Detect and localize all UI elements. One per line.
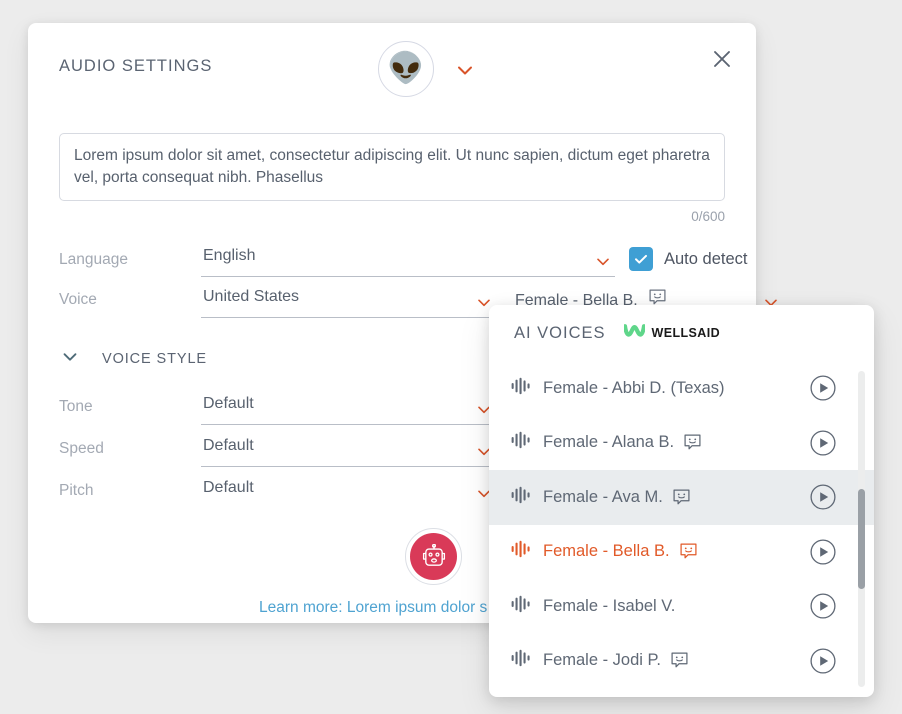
waveform-icon (511, 486, 531, 509)
play-circle-icon[interactable] (810, 593, 836, 619)
pitch-label: Pitch (59, 482, 94, 499)
script-textarea[interactable] (59, 133, 725, 201)
character-counter: 0/600 (691, 209, 725, 224)
play-circle-icon[interactable] (810, 375, 836, 401)
generate-voice-button[interactable] (405, 528, 462, 585)
smiley-bubble-icon (672, 488, 691, 507)
voice-list-item[interactable]: Female - Alana B. (489, 416, 874, 471)
speed-label: Speed (59, 440, 104, 457)
smiley-bubble-icon (683, 433, 702, 452)
screen: AUDIO SETTINGS 👽 0/600 Language English (0, 0, 902, 714)
chevron-down-icon (593, 251, 613, 271)
waveform-icon (511, 595, 531, 618)
voice-list-item[interactable]: Female - Abbi D. (Texas) (489, 361, 874, 416)
auto-detect-checkbox[interactable]: Auto detect (629, 247, 747, 271)
card-header: AUDIO SETTINGS 👽 (28, 23, 756, 105)
language-select-value: English (203, 247, 256, 264)
smiley-bubble-icon (670, 651, 689, 670)
tone-label: Tone (59, 398, 93, 415)
language-label: Language (59, 251, 128, 268)
speed-select-value: Default (203, 437, 254, 454)
avatar[interactable]: 👽 (378, 41, 434, 97)
ai-voices-panel: AI VOICES WELLSAID Female - Abbi D. (Tex… (489, 305, 874, 697)
ai-voices-list[interactable]: Female - Abbi D. (Texas) Female - Alana … (489, 361, 874, 697)
close-button[interactable] (706, 43, 738, 75)
voice-country-value: United States (203, 288, 300, 305)
voice-list-item-label: Female - Ava M. (543, 487, 663, 506)
voice-list-item[interactable]: Female - Ava M. (489, 470, 874, 525)
ai-voices-header: AI VOICES WELLSAID (489, 305, 874, 361)
vertical-scrollbar-track[interactable] (858, 371, 865, 687)
voice-list-item-label: Female - Jodi P. (543, 651, 661, 670)
speed-select[interactable]: Default (201, 435, 496, 467)
voice-list-item[interactable]: Female - Jodi P. (489, 634, 874, 689)
waveform-icon (511, 377, 531, 400)
tone-select[interactable]: Default (201, 393, 496, 425)
voice-list-item[interactable]: Female - Bella B. (489, 525, 874, 580)
astronaut-avatar-icon: 👽 (387, 52, 425, 85)
auto-detect-label: Auto detect (664, 249, 748, 268)
voice-label: Voice (59, 291, 97, 308)
vertical-scrollbar-thumb[interactable] (858, 489, 865, 589)
wellsaid-brand-name: WELLSAID (651, 326, 721, 340)
voice-list-item-label: Female - Bella B. (543, 542, 670, 561)
voice-style-title: VOICE STYLE (102, 350, 207, 367)
learn-more-link[interactable]: Learn more: Lorem ipsum dolor s (259, 599, 487, 617)
wellsaid-brand: WELLSAID (622, 323, 721, 343)
avatar-chevron-down-icon[interactable] (453, 58, 477, 82)
ai-voices-title: AI VOICES (514, 323, 606, 342)
robot-head-icon (410, 533, 457, 580)
tone-select-value: Default (203, 395, 254, 412)
voice-list-item-label: Female - Alana B. (543, 433, 675, 452)
voice-style-section-toggle[interactable]: VOICE STYLE (59, 345, 207, 372)
pitch-select-value: Default (203, 479, 254, 496)
waveform-icon (511, 540, 531, 563)
play-circle-icon[interactable] (810, 648, 836, 674)
voice-list-item-label: Female - Isabel V. (543, 596, 676, 615)
checkbox-box (629, 247, 653, 271)
wellsaid-w-logo-icon (622, 323, 646, 343)
page-title: AUDIO SETTINGS (59, 57, 213, 75)
play-circle-icon[interactable] (810, 484, 836, 510)
play-circle-icon[interactable] (810, 539, 836, 565)
play-circle-icon[interactable] (810, 430, 836, 456)
voice-list-item-label: Female - Abbi D. (Texas) (543, 378, 725, 397)
pitch-select[interactable]: Default (201, 477, 496, 509)
smiley-bubble-icon (679, 542, 698, 561)
voice-list-item[interactable]: Female - Isabel V. (489, 579, 874, 634)
waveform-icon (511, 649, 531, 672)
language-select[interactable]: English (201, 245, 615, 277)
voice-style-collapse-chevron-down-icon (59, 345, 81, 372)
voice-country-select[interactable]: United States (201, 286, 496, 318)
waveform-icon (511, 431, 531, 454)
